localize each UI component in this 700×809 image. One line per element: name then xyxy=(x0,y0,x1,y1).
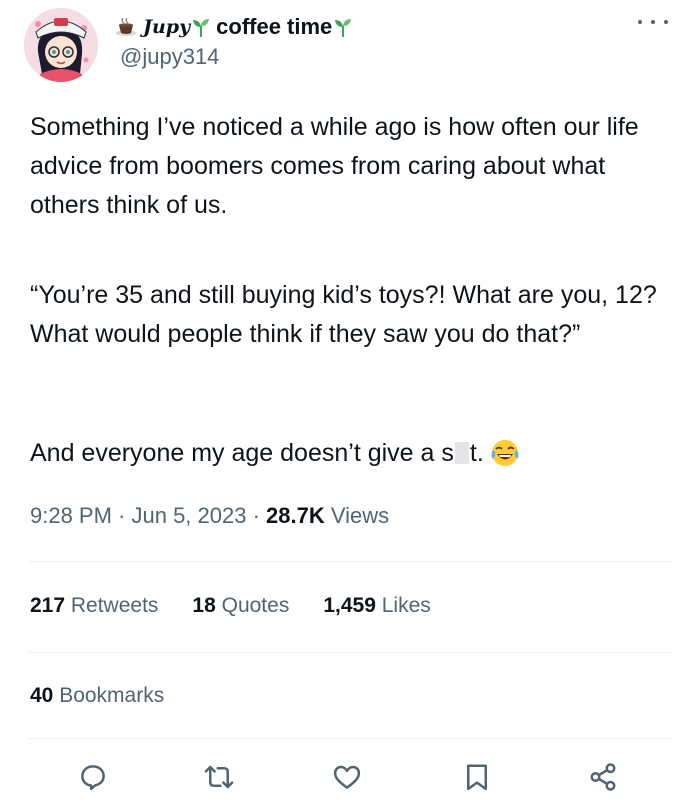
views-label: Views xyxy=(324,503,390,528)
divider xyxy=(28,652,672,653)
retweet-icon[interactable] xyxy=(204,762,234,792)
quotes-stat[interactable]: 18 Quotes xyxy=(192,594,289,618)
share-icon[interactable] xyxy=(588,762,618,792)
divider xyxy=(28,738,672,739)
sprout-icon xyxy=(334,16,352,38)
display-name-script: Jupy xyxy=(143,16,191,38)
more-horizontal-icon[interactable] xyxy=(638,12,668,32)
tweet-paragraph: Something I’ve noticed a while ago is ho… xyxy=(30,113,639,219)
divider xyxy=(28,561,672,562)
bookmark-icon[interactable] xyxy=(462,762,492,792)
likes-stat[interactable]: 1,459 Likes xyxy=(323,594,430,618)
avatar[interactable] xyxy=(24,8,98,82)
sprout-icon xyxy=(192,16,210,38)
tweet-text-part: t. xyxy=(469,439,484,467)
user-handle[interactable]: @jupy314 xyxy=(120,44,219,70)
display-name[interactable]: Jupy coffee time xyxy=(115,12,358,42)
heart-icon[interactable] xyxy=(332,762,362,792)
timestamp[interactable]: 9:28 PM · Jun 5, 2023 · xyxy=(30,503,266,528)
censor-blur xyxy=(454,442,469,464)
views-count: 28.7K xyxy=(266,503,325,528)
coffee-cup-icon xyxy=(115,16,137,38)
action-bar xyxy=(0,762,700,796)
tweet-header: Jupy coffee time @jupy314 xyxy=(0,0,700,86)
tears-of-joy-emoji-icon xyxy=(490,438,520,468)
retweets-stat[interactable]: 217 Retweets xyxy=(30,594,158,618)
reply-icon[interactable] xyxy=(78,762,108,792)
display-name-text: coffee time xyxy=(216,14,333,39)
engagement-stats: 217 Retweets 18 Quotes 1,459 Likes xyxy=(30,594,465,618)
tweet-meta: 9:28 PM · Jun 5, 2023 · 28.7K Views xyxy=(30,503,389,529)
tweet-text-part: And everyone my age doesn’t give a s xyxy=(30,439,454,467)
tweet-paragraph: “You’re 35 and still buying kid’s toys?!… xyxy=(30,281,657,348)
bookmarks-stat[interactable]: 40 Bookmarks xyxy=(30,684,164,708)
tweet-paragraph: And everyone my age doesn’t give a s t. xyxy=(30,434,680,473)
